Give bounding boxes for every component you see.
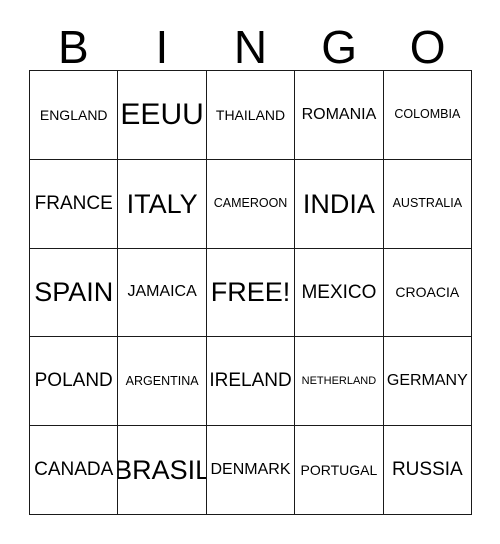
bingo-grid: ENGLAND EEUU THAILAND ROMANIA COLOMBIA FRANCE… (29, 70, 473, 515)
bingo-cell[interactable]: MEXICO (295, 248, 384, 338)
bingo-header-letter-b: B (57, 21, 89, 73)
bingo-header: B I N GO (29, 20, 472, 70)
bingo-cell-label: ROMANIA (301, 105, 377, 123)
bingo-row: SPAIN JAMAICA FREE! MEXICO CROACIA (30, 248, 473, 338)
bingo-cell[interactable]: ARGENTINA (118, 337, 207, 427)
bingo-cell[interactable]: POLAND (30, 337, 119, 427)
bingo-cell-label: EEUU (120, 98, 204, 132)
bingo-cell-label: IRELAND (209, 370, 292, 392)
bingo-cell-label: GERMANY (386, 371, 468, 389)
bingo-cell-label: FRANCE (34, 192, 113, 214)
bingo-header-letter-i: I (155, 21, 169, 73)
bingo-cell-label: ENGLAND (39, 106, 108, 123)
bingo-cell[interactable]: EEUU (118, 71, 207, 160)
bingo-cell[interactable]: AUSTRALIA (383, 159, 473, 249)
bingo-cell-label: SPAIN (34, 277, 114, 308)
bingo-cell-label: ITALY (126, 188, 198, 219)
bingo-cell[interactable]: BRASIL (118, 426, 207, 515)
bingo-cell[interactable]: ROMANIA (295, 71, 384, 160)
bingo-cell-label: BRASIL (118, 454, 207, 485)
bingo-cell[interactable]: INDIA (295, 159, 384, 249)
bingo-cell[interactable]: DENMARK (206, 426, 296, 515)
bingo-cell-label: MEXICO (301, 281, 377, 303)
bingo-row: FRANCE ITALY CAMEROON INDIA AUSTRALIA (30, 159, 473, 249)
bingo-cell-label: ARGENTINA (125, 373, 199, 388)
bingo-cell[interactable]: GERMANY (383, 337, 473, 427)
bingo-cell-label: FREE! (210, 277, 291, 308)
bingo-cell[interactable]: FRANCE (30, 159, 119, 249)
bingo-cell[interactable]: JAMAICA (118, 248, 207, 338)
bingo-cell[interactable]: IRELAND (206, 337, 296, 427)
bingo-cell[interactable]: CAMEROON (206, 159, 296, 249)
bingo-cell-label: COLOMBIA (394, 107, 461, 122)
bingo-cell[interactable]: SPAIN (30, 248, 119, 338)
bingo-row: POLAND ARGENTINA IRELAND NETHERLAND GERMANY (30, 337, 473, 427)
bingo-cell[interactable]: CANADA (30, 426, 119, 515)
bingo-cell-label: AUSTRALIA (392, 196, 463, 211)
bingo-cell[interactable]: PORTUGAL (295, 426, 384, 515)
bingo-header-letter-n: N (233, 21, 268, 73)
bingo-cell[interactable]: COLOMBIA (383, 71, 473, 160)
bingo-cell[interactable]: THAILAND (206, 71, 296, 160)
bingo-cell-label: POLAND (34, 370, 113, 392)
bingo-cell-label: CANADA (34, 459, 114, 481)
bingo-cell-label: INDIA (302, 188, 375, 219)
bingo-cell[interactable]: ITALY (118, 159, 207, 249)
bingo-cell-label: RUSSIA (391, 459, 463, 481)
bingo-cell[interactable]: RUSSIA (383, 426, 473, 515)
bingo-cell-label: JAMAICA (127, 283, 197, 301)
bingo-cell-label: NETHERLAND (301, 374, 377, 387)
bingo-free-cell[interactable]: FREE! (206, 248, 296, 338)
bingo-header-letter-o: O (409, 21, 446, 73)
bingo-cell[interactable]: CROACIA (383, 248, 473, 338)
bingo-cell[interactable]: NETHERLAND (295, 337, 384, 427)
bingo-header-letter-g: G (321, 21, 357, 73)
bingo-cell-label: THAILAND (215, 106, 286, 123)
bingo-cell-label: PORTUGAL (300, 461, 378, 478)
bingo-cell[interactable]: ENGLAND (30, 71, 119, 160)
bingo-cell-label: DENMARK (210, 460, 291, 478)
bingo-card: B I N GO ENGLAND EEUU THAILAND ROMANIA COLOMBIA… (0, 0, 500, 544)
bingo-cell-label: CROACIA (395, 284, 460, 301)
bingo-cell-label: CAMEROON (213, 196, 288, 211)
bingo-row: CANADA BRASIL DENMARK PORTUGAL RUSSIA (30, 426, 473, 515)
bingo-row: ENGLAND EEUU THAILAND ROMANIA COLOMBIA (30, 71, 473, 160)
